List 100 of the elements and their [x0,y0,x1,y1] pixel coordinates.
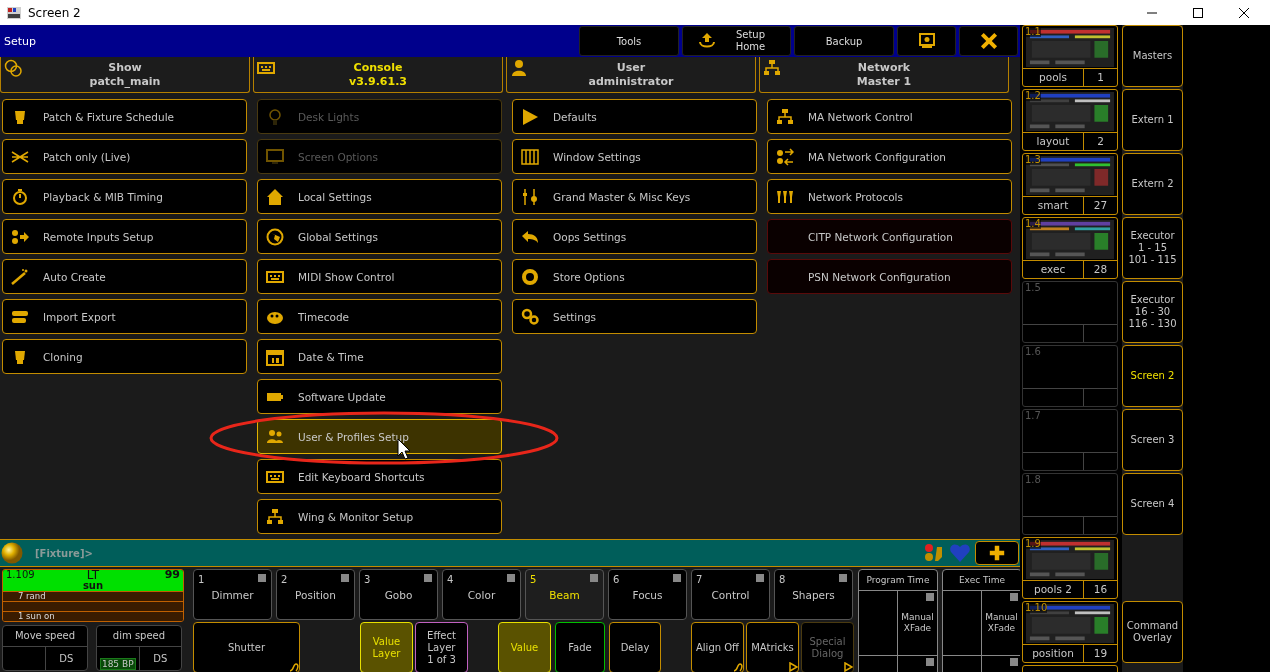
house-icon [266,187,284,206]
add-button[interactable] [975,541,1019,565]
setup-button[interactable]: Grand Master & Misc Keys [512,179,757,214]
screen-button[interactable] [897,26,956,56]
command-prompt: [Fixture]> [35,547,93,559]
feature-button[interactable]: 6 Focus [608,569,687,620]
close-button[interactable] [959,26,1018,56]
setup-button[interactable]: Patch & Fixture Schedule [2,99,247,134]
feature-button[interactable]: 8 Shapers [774,569,853,620]
ring-icon [521,267,539,286]
setup-button[interactable]: Patch only (Live) [2,139,247,174]
monitor-icon [917,32,936,50]
view-button[interactable]: 1.9 pools 2 16 [1022,537,1118,599]
setup-button[interactable]: Wing & Monitor Setup [257,499,502,534]
executor-name: LT [85,570,101,581]
indicator-square [756,574,764,582]
action-button[interactable]: Value Layer [360,622,413,672]
menu-button[interactable]: Backup [794,26,894,56]
setup-button[interactable]: Settings [512,299,757,334]
network-icon [266,507,284,526]
arrows-icon [776,147,794,166]
action-button[interactable]: Fade [555,622,605,672]
feature-button[interactable]: 3 Gobo [359,569,438,620]
view-number: 1.10 [1025,602,1048,613]
view-button[interactable]: 1.3 smart 27 [1022,153,1118,215]
setup-button[interactable]: Oops Settings [512,219,757,254]
executor-number: 1.109 [5,570,36,581]
feature-button[interactable]: 4 Color [442,569,521,620]
sliders-icon [521,187,539,206]
setup-button[interactable]: Auto Create [2,259,247,294]
command-overlay-button[interactable]: Command Overlay [1122,601,1183,663]
action-button[interactable]: Align Off [691,622,744,672]
people-icon [266,427,284,446]
setup-button[interactable]: Local Settings [257,179,502,214]
action-button[interactable]: MAtricks [746,622,799,672]
feature-button[interactable]: 2 Position [276,569,355,620]
screen-button[interactable]: Extern 1 [1122,89,1183,151]
setup-button[interactable]: Window Settings [512,139,757,174]
feature-button[interactable]: 1 Dimmer [193,569,272,620]
close-icon[interactable] [1238,6,1250,19]
setup-button[interactable]: Global Settings [257,219,502,254]
screen-button[interactable]: Executor 16 - 30 116 - 130 [1122,281,1183,343]
setup-button[interactable]: Defaults [512,99,757,134]
header-tab[interactable]: Show patch_main [0,57,250,93]
screen-button[interactable]: Masters [1122,25,1183,87]
setup-button[interactable]: Cloning [2,339,247,374]
view-button[interactable]: 1.1 pools 1 [1022,25,1118,87]
setup-button[interactable]: PSN Network Configuration [767,259,1012,294]
action-button[interactable]: Delay [609,622,661,672]
maximize-icon[interactable] [1192,6,1204,19]
setup-button[interactable]: Edit Keyboard Shortcuts [257,459,502,494]
view-number: 1.8 [1025,474,1041,485]
executor-panel[interactable]: 1.109 LT 99 sun 7 rand 1 sun on [2,569,184,622]
heart-icon [949,543,971,563]
setup-button[interactable]: User & Profiles Setup [257,419,502,454]
screen-button[interactable]: Screen 3 [1122,409,1183,471]
view-number: 1.3 [1025,154,1041,165]
action-button[interactable]: Shutter [193,622,300,672]
play-icon [521,107,539,126]
screen-button[interactable]: Executor 1 - 15 101 - 115 [1122,217,1183,279]
header-tab[interactable]: User administrator [506,57,756,93]
view-button[interactable]: 1.10 position 19 [1022,601,1118,663]
network-icon [776,107,794,126]
setup-button[interactable]: Remote Inputs Setup [2,219,247,254]
person-icon [510,59,528,77]
globe-icon [266,227,284,246]
setup-button[interactable]: CITP Network Configuration [767,219,1012,254]
setup-button[interactable]: Date & Time [257,339,502,374]
setup-button[interactable]: Timecode [257,299,502,334]
setup-button[interactable]: Playback & MIB Timing [2,179,247,214]
header-tab[interactable]: Console v3.9.61.3 [253,57,503,93]
screen-button[interactable]: Extern 2 [1122,153,1183,215]
view-number: 1.1 [1025,26,1041,37]
feature-button[interactable]: 5 Beam [525,569,604,620]
feature-button[interactable]: 7 Control [691,569,770,620]
action-button[interactable]: Effect Layer 1 of 3 [415,622,468,672]
setup-button[interactable]: MA Network Configuration [767,139,1012,174]
setup-button[interactable]: Import Export [2,299,247,334]
indicator-square [424,574,432,582]
setup-button[interactable]: MA Network Control [767,99,1012,134]
speed-master[interactable]: dim speed 185 BP DS [96,625,182,671]
indicator-square [673,574,681,582]
view-button[interactable]: 1.4 exec 28 [1022,217,1118,279]
view-number: 1.5 [1025,282,1041,293]
setup-home-button[interactable]: Setup Home [682,26,791,56]
setup-button[interactable]: Software Update [257,379,502,414]
screen-button[interactable]: Screen 2 [1122,345,1183,407]
speed-label: Move speed [3,626,87,647]
header-tab[interactable]: Network Master 1 [759,57,1009,93]
speed-value: 185 BP [99,658,136,670]
setup-button[interactable]: Store Options [512,259,757,294]
view-button[interactable]: 1.2 layout 2 [1022,89,1118,151]
screen-button[interactable]: Screen 4 [1122,473,1183,535]
setup-button[interactable]: MIDI Show Control [257,259,502,294]
menu-button[interactable]: Tools [579,26,679,56]
setup-button[interactable]: Network Protocols [767,179,1012,214]
action-button[interactable]: Value [498,622,551,672]
speed-master[interactable]: Move speed DS [2,625,88,671]
indicator-square [1010,593,1018,601]
curl-icon [733,662,743,672]
